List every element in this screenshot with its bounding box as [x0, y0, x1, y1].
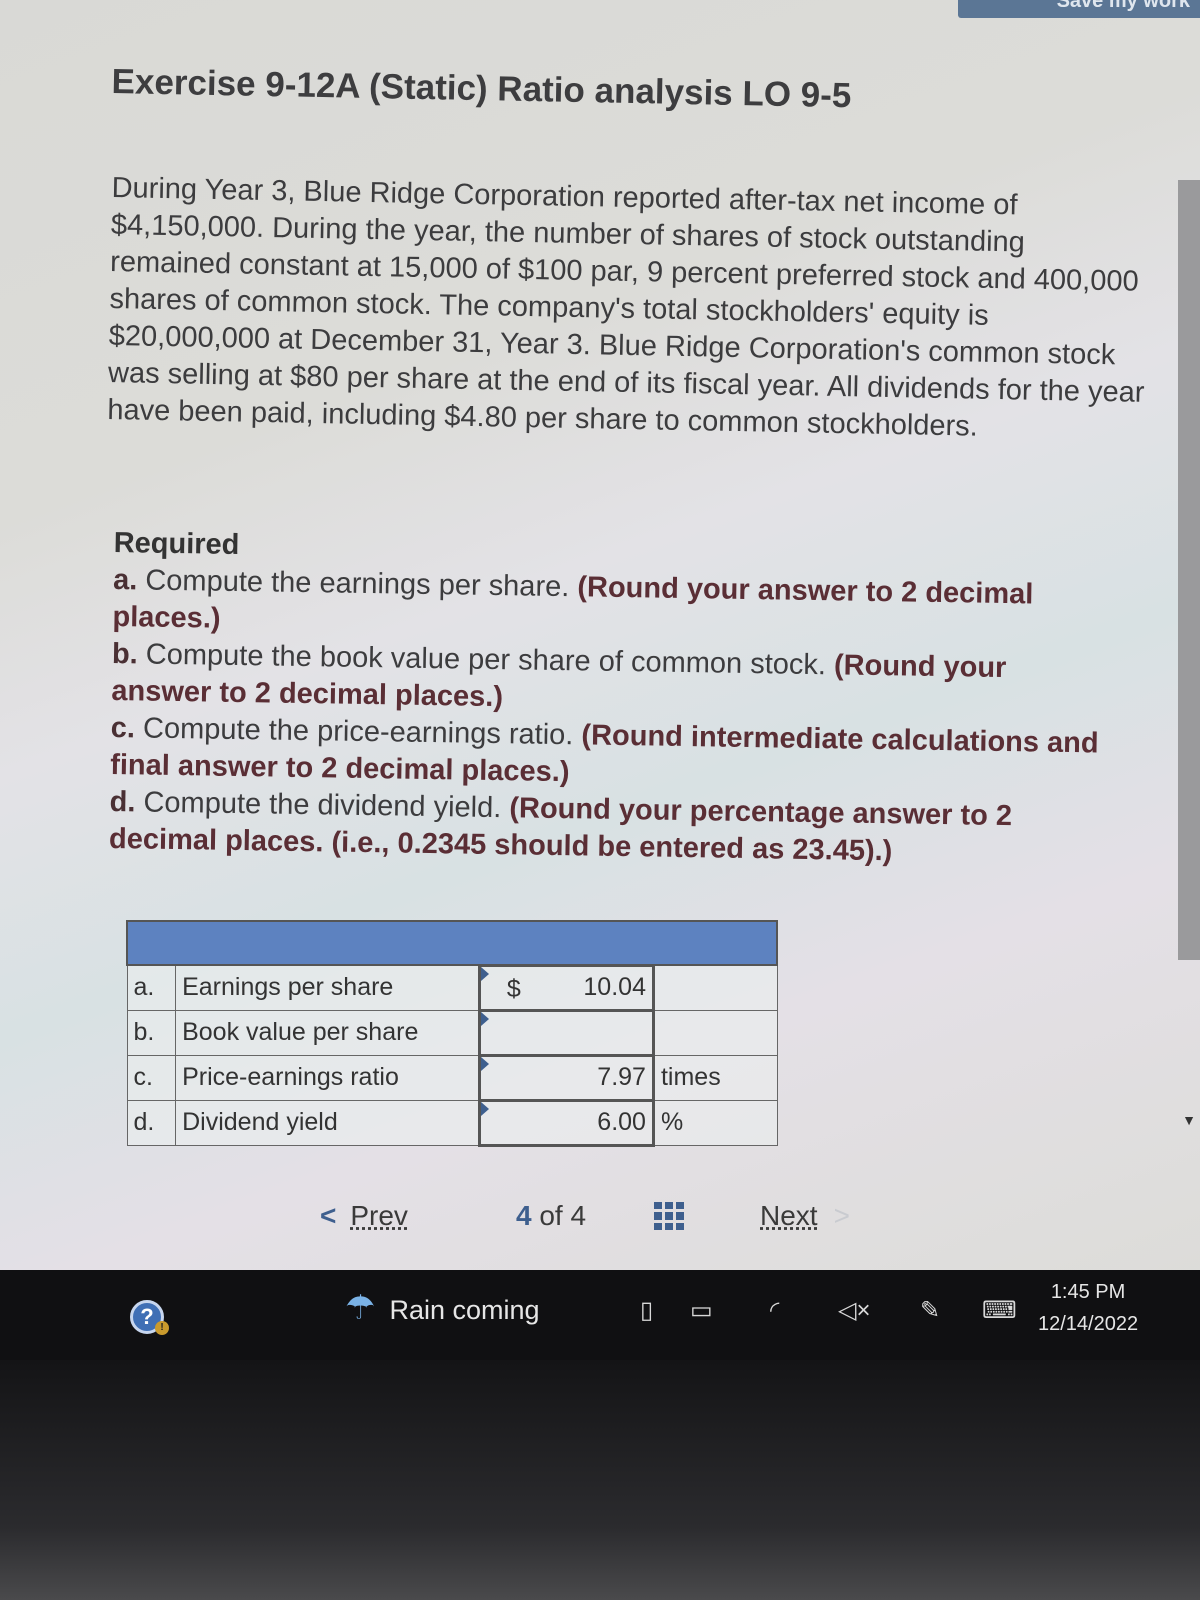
umbrella-icon: ☂	[345, 1289, 376, 1327]
row-label: Dividend yield	[175, 1099, 480, 1146]
desk-background	[0, 1360, 1200, 1600]
dividend-yield-input[interactable]: 6.00	[477, 1098, 655, 1147]
question-navigation: < Prev 4 of 4 Next >	[320, 1200, 920, 1240]
row-label: Price-earnings ratio	[175, 1054, 480, 1101]
phone-icon[interactable]: ▯	[640, 1296, 653, 1325]
price-earnings-ratio-input[interactable]: 7.97	[477, 1053, 655, 1102]
help-icon[interactable]: ?!	[130, 1300, 169, 1335]
chevron-left-icon: <	[320, 1200, 337, 1231]
table-row: b. Book value per share	[126, 1008, 778, 1057]
browser-page: Save my work Exercise 9-12A (Static) Rat…	[0, 0, 1200, 1295]
earnings-per-share-input[interactable]: $10.04	[477, 963, 655, 1012]
table-header	[126, 920, 778, 966]
flag-icon	[480, 1011, 489, 1026]
page-title: Exercise 9-12A (Static) Ratio analysis L…	[111, 62, 852, 116]
wifi-icon[interactable]: ◜	[770, 1296, 779, 1325]
save-my-work-button[interactable]: Save my work	[958, 0, 1200, 18]
row-label: Book value per share	[175, 1009, 480, 1056]
table-row: d. Dividend yield 6.00 %	[126, 1098, 778, 1147]
battery-icon[interactable]: ▭	[690, 1296, 713, 1325]
book-value-per-share-input[interactable]	[477, 1008, 655, 1057]
scroll-down-arrow-icon[interactable]: ▼	[1182, 1112, 1196, 1128]
pen-icon[interactable]: ✎	[920, 1296, 940, 1325]
clock[interactable]: 1:45 PM 12/14/2022	[1038, 1276, 1138, 1340]
problem-text: During Year 3, Blue Ridge Corporation re…	[107, 171, 1145, 443]
warning-icon: !	[155, 1321, 169, 1335]
row-label: Earnings per share	[175, 964, 480, 1011]
keyboard-icon[interactable]: ⌨	[982, 1296, 1017, 1325]
required-item-d: d. Compute the dividend yield. (Round yo…	[108, 785, 1013, 868]
speaker-muted-icon[interactable]: ◁×	[838, 1296, 870, 1325]
flag-icon	[480, 1101, 489, 1116]
table-row: c. Price-earnings ratio 7.97 times	[126, 1053, 778, 1102]
next-button[interactable]: Next >	[760, 1200, 850, 1232]
required-section: Required a. Compute the earnings per sha…	[109, 525, 1114, 874]
flag-icon	[480, 1056, 489, 1071]
scrollbar[interactable]	[1178, 180, 1200, 960]
grid-view-icon[interactable]	[654, 1202, 684, 1230]
table-row: a. Earnings per share $10.04	[126, 963, 778, 1012]
weather-widget[interactable]: ☂ Rain coming	[345, 1288, 540, 1328]
page-indicator: 4 of 4	[516, 1200, 587, 1231]
chevron-right-icon: >	[833, 1200, 850, 1231]
flag-icon	[480, 966, 489, 981]
prev-button[interactable]: < Prev	[320, 1200, 408, 1232]
answer-table: a. Earnings per share $10.04 b. Book val…	[126, 920, 778, 1147]
taskbar: ?! ☂ Rain coming ▯ ▭ ◜ ◁× ✎ ⌨ 1:45 PM 12/…	[0, 1270, 1200, 1360]
